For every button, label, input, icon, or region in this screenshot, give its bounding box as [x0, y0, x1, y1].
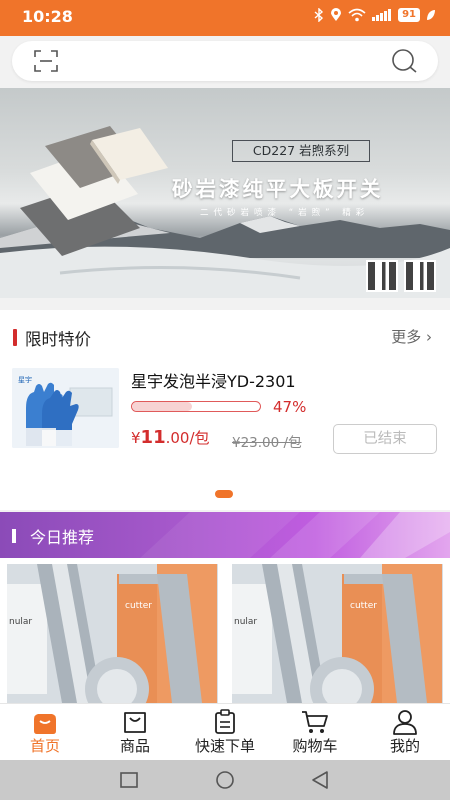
flash-sale-title: 限时特价 [25, 330, 91, 349]
search-area [0, 36, 450, 88]
recommend-header: 今日推荐 [0, 512, 450, 558]
annular-cutter-image: nular cutter [7, 564, 218, 703]
flash-sale-card: 限时特价 更多 › 星宇 星宇发泡半浸YD-2301 47% ¥11.00/包 … [0, 310, 450, 510]
home-button-icon[interactable] [214, 769, 236, 791]
svg-text:cutter: cutter [350, 601, 377, 611]
original-price: ¥23.00 /包 [232, 435, 302, 451]
back-icon[interactable] [309, 769, 331, 791]
wifi-icon [348, 8, 366, 22]
tab-label: 首页 [29, 737, 60, 755]
user-icon [393, 710, 417, 735]
product-card[interactable]: nular cutter [232, 564, 443, 703]
tab-label: 快速下单 [194, 737, 255, 755]
product-card[interactable]: nular cutter [7, 564, 218, 703]
product-name[interactable]: 星宇发泡半浸YD-2301 [131, 368, 296, 392]
leaf-icon [427, 10, 435, 20]
sale-ended-button[interactable]: 已结束 [333, 424, 437, 454]
price-unit: /包 [189, 429, 210, 447]
sold-percent: 47% [273, 398, 307, 416]
price-integer: 11 [140, 427, 166, 448]
bluetooth-icon [314, 8, 324, 22]
svg-text:cutter: cutter [125, 601, 152, 611]
svg-text:nular: nular [234, 617, 257, 627]
section-marker [12, 529, 16, 543]
sale-price: ¥11.00/包 [131, 427, 210, 448]
bottom-tab-bar: 首页 商品 快速下单 购物车 我的 [0, 703, 450, 760]
recommend-grid: nular cutter nular cutter [0, 558, 450, 703]
price-decimal: .00 [165, 429, 190, 447]
section-marker [13, 329, 17, 346]
more-link[interactable]: 更多 › [391, 326, 432, 347]
search-input[interactable] [12, 41, 438, 81]
banner-series-tag: CD227 岩煦系列 [232, 140, 370, 162]
scan-icon[interactable] [34, 50, 58, 72]
tab-profile[interactable]: 我的 [360, 704, 450, 761]
status-bar: 10:28 91 [0, 0, 450, 36]
tab-quick-order[interactable]: 快速下单 [180, 704, 270, 761]
banner-subtitle: 二代砂岩喷漆 “岩煦” 精彩 [200, 208, 370, 218]
system-nav-bar [0, 760, 450, 800]
promo-banner[interactable]: CD227 岩煦系列 砂岩漆纯平大板开关 二代砂岩喷漆 “岩煦” 精彩 [0, 88, 450, 298]
status-icons: 91 [314, 8, 436, 22]
battery-level: 91 [398, 8, 420, 22]
recents-icon[interactable] [118, 769, 140, 791]
bag-icon [124, 712, 146, 733]
recommend-title: 今日推荐 [30, 528, 95, 547]
cart-icon [302, 711, 328, 733]
sold-progress-bar [131, 401, 261, 412]
clipboard-icon [215, 709, 235, 734]
sold-progress-fill [132, 402, 193, 411]
tab-home[interactable]: 首页 [0, 704, 90, 761]
carousel-indicator [215, 490, 233, 498]
tab-label: 购物车 [292, 737, 338, 755]
qr-code-image [404, 260, 436, 292]
tab-label: 商品 [119, 737, 150, 755]
banner-title: 砂岩漆纯平大板开关 [172, 177, 384, 201]
tab-cart[interactable]: 购物车 [270, 704, 360, 761]
tab-products[interactable]: 商品 [90, 704, 180, 761]
gloves-image: 星宇 [12, 368, 119, 448]
signal-icon [372, 9, 392, 21]
location-icon [331, 8, 342, 21]
svg-text:星宇: 星宇 [18, 375, 32, 384]
price-symbol: ¥ [131, 429, 141, 447]
product-image[interactable]: 星宇 [12, 368, 119, 448]
svg-text:nular: nular [9, 617, 32, 627]
tab-label: 我的 [389, 737, 420, 755]
home-icon [34, 714, 56, 734]
qr-code-image [366, 260, 398, 292]
annular-cutter-image: nular cutter [232, 564, 443, 703]
status-time: 10:28 [22, 7, 73, 26]
search-icon[interactable] [390, 49, 418, 73]
